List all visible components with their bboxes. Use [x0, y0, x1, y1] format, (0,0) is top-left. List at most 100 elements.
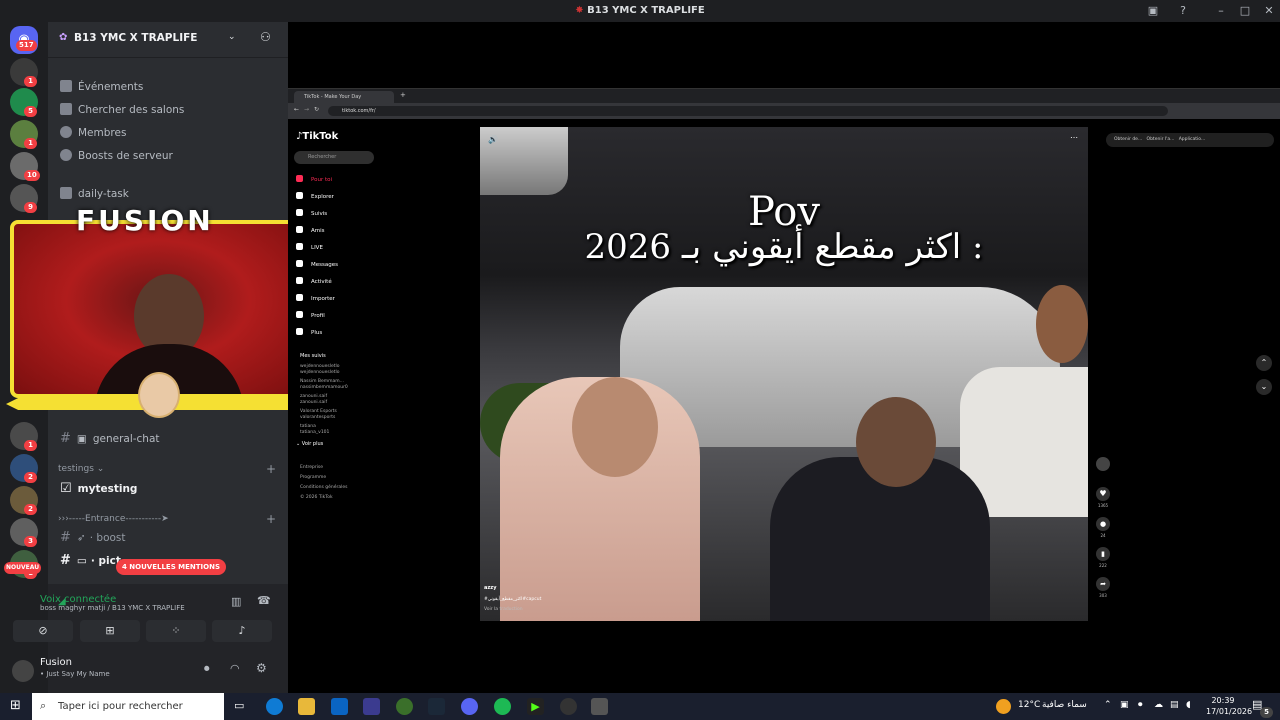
task-view-icon[interactable]: ▭: [234, 699, 244, 712]
channel-pict[interactable]: # ▭ · pict: [60, 551, 121, 571]
category-entrance[interactable]: ›››-----Entrance-----------➤: [58, 514, 169, 524]
footer-link[interactable]: Conditions générales: [300, 485, 347, 491]
tray-app-icon[interactable]: ▣: [1120, 700, 1129, 710]
channel-general-chat[interactable]: # ▣ general-chat: [60, 429, 160, 449]
store-icon[interactable]: [363, 698, 380, 715]
get-app-link-3[interactable]: Applicatio...: [1179, 137, 1206, 142]
channel-boost[interactable]: # ➶ · boost: [60, 528, 126, 548]
screen-share-button[interactable]: ⊞: [80, 620, 140, 642]
soundboard-button[interactable]: ♪: [212, 620, 272, 642]
start-icon[interactable]: ⊞: [10, 698, 21, 713]
clock[interactable]: 20:39 17/01/2026: [1206, 695, 1252, 717]
reload-icon[interactable]: ↻: [314, 106, 319, 113]
url-field[interactable]: tiktok.com/fr/: [328, 106, 1168, 116]
volume-icon[interactable]: 🔊: [488, 135, 498, 144]
noise-suppression-icon[interactable]: ▥: [231, 595, 241, 608]
add-channel-icon-2[interactable]: +: [266, 512, 276, 526]
nav-messages[interactable]: Messages: [296, 260, 338, 270]
menu-browse-channels[interactable]: Chercher des salons: [60, 101, 184, 119]
nav-upload[interactable]: Importer: [296, 294, 335, 304]
channel-daily-task[interactable]: daily-task: [60, 185, 129, 203]
comment-icon[interactable]: ●: [1096, 517, 1110, 531]
file-explorer-icon[interactable]: [298, 698, 315, 715]
nav-friends[interactable]: Amis: [296, 226, 325, 236]
new-unread-pill[interactable]: NOUVEAU: [4, 562, 42, 574]
steam-icon[interactable]: [428, 698, 445, 715]
microphone-icon[interactable]: ⏺: [204, 662, 210, 676]
following-item[interactable]: tatiana tatiana_v101: [300, 424, 329, 436]
settings-gear-icon[interactable]: ⚙: [256, 661, 267, 675]
new-tab-icon[interactable]: +: [400, 91, 406, 99]
browser-tab[interactable]: TikTok - Make Your Day: [294, 91, 394, 103]
server-header[interactable]: ✿ B13 YMC X TRAPLIFE ⌄ ⚇: [48, 22, 288, 58]
discord-taskbar-icon[interactable]: [461, 698, 478, 715]
like-icon[interactable]: ♥: [1096, 487, 1110, 501]
voice-location[interactable]: boss maghyr matji / B13 YMC X TRAPLIFE: [40, 604, 185, 612]
close-button[interactable]: ✕: [1261, 3, 1277, 19]
nav-explore[interactable]: Explorer: [296, 192, 334, 202]
forward-icon[interactable]: →: [304, 106, 309, 113]
menu-members[interactable]: Membres: [60, 124, 126, 142]
nav-more[interactable]: Plus: [296, 328, 322, 338]
menu-events[interactable]: Événements: [60, 78, 143, 96]
bookmark-icon[interactable]: ▮: [1096, 547, 1110, 561]
following-item[interactable]: Valorant Esports valorantesports: [300, 409, 337, 421]
activities-button[interactable]: ⁘: [146, 620, 206, 642]
invite-people-icon[interactable]: ⚇: [260, 30, 271, 44]
share-icon[interactable]: ➦: [1096, 577, 1110, 591]
following-item[interactable]: wejdennouesletlo wejdennouesletlo: [300, 364, 340, 376]
see-more-link[interactable]: ⌄ Voir plus: [296, 439, 323, 449]
onedrive-icon[interactable]: ☁: [1154, 700, 1163, 710]
footer-link[interactable]: Entreprise: [300, 465, 323, 471]
tiktok-app-bar[interactable]: Obtenir de... Obtenir l'a... Applicatio.…: [1106, 133, 1274, 147]
tiktok-search-input[interactable]: Rechercher: [294, 151, 374, 164]
disconnect-icon[interactable]: ☎: [257, 594, 271, 607]
video-username[interactable]: azzy: [484, 585, 496, 591]
xbox-icon[interactable]: [396, 698, 413, 715]
nav-for-you[interactable]: Pour toi: [296, 175, 332, 185]
list-icon: [60, 103, 72, 115]
taskbar-search-input[interactable]: Taper ici pour rechercher: [32, 693, 224, 720]
menu-server-boosts[interactable]: Boosts de serveur: [60, 147, 173, 165]
weather-icon[interactable]: [996, 699, 1011, 714]
nav-following[interactable]: Suivis: [296, 209, 327, 219]
tiktok-video[interactable]: Pov اكثر مقطع أيقوني بـ 2026 : 🔊 ⋯ azzy …: [480, 127, 1088, 621]
nav-live[interactable]: LIVE: [296, 243, 323, 253]
obs-icon[interactable]: [560, 698, 577, 715]
camera-off-button[interactable]: ⊘: [13, 620, 73, 642]
outlook-icon[interactable]: [331, 698, 348, 715]
weather-temp[interactable]: 12°C: [1018, 700, 1040, 710]
scroll-down-icon[interactable]: ⌄: [1256, 379, 1272, 395]
kick-icon[interactable]: ▶: [527, 698, 544, 715]
back-icon[interactable]: ←: [294, 106, 299, 113]
see-translation-link[interactable]: Voir la traduction: [484, 607, 523, 612]
video-more-icon[interactable]: ⋯: [1070, 133, 1078, 142]
volume-tray-icon[interactable]: ◖: [1186, 700, 1191, 710]
maximize-button[interactable]: □: [1237, 3, 1253, 19]
minimize-button[interactable]: –: [1213, 3, 1229, 19]
scroll-up-icon[interactable]: ⌃: [1256, 355, 1272, 371]
network-icon[interactable]: ▤: [1170, 700, 1179, 710]
tray-expand-icon[interactable]: ⌃: [1104, 700, 1112, 710]
weather-desc[interactable]: سماء صافية: [1042, 700, 1087, 710]
new-mentions-pill[interactable]: 4 NOUVELLES MENTIONS: [116, 559, 227, 575]
get-app-link-2[interactable]: Obtenir l'a...: [1147, 137, 1175, 142]
headphones-icon[interactable]: ◠: [230, 662, 240, 675]
help-icon[interactable]: ?: [1175, 3, 1191, 19]
spotify-icon[interactable]: [494, 698, 511, 715]
inbox-icon[interactable]: ▣: [1145, 3, 1161, 19]
app-icon[interactable]: [591, 698, 608, 715]
nav-profile[interactable]: Profil: [296, 311, 325, 321]
creator-avatar[interactable]: [1096, 457, 1110, 471]
following-item[interactable]: Nassim Bemmam... nassimbemmamour0: [300, 379, 348, 391]
get-app-link-1[interactable]: Obtenir de...: [1114, 137, 1142, 142]
following-item[interactable]: zanouni.saif zanouni.saif: [300, 394, 327, 406]
user-avatar[interactable]: [12, 660, 34, 682]
category-testings[interactable]: testings ⌄: [58, 464, 104, 474]
footer-link[interactable]: Programme: [300, 475, 326, 481]
edge-icon[interactable]: [266, 698, 283, 715]
nav-activity[interactable]: Activité: [296, 277, 332, 287]
add-channel-icon[interactable]: +: [266, 462, 276, 476]
channel-mytesting[interactable]: ☑ mytesting: [60, 479, 137, 499]
mic-tray-icon[interactable]: ⏺: [1138, 700, 1143, 710]
